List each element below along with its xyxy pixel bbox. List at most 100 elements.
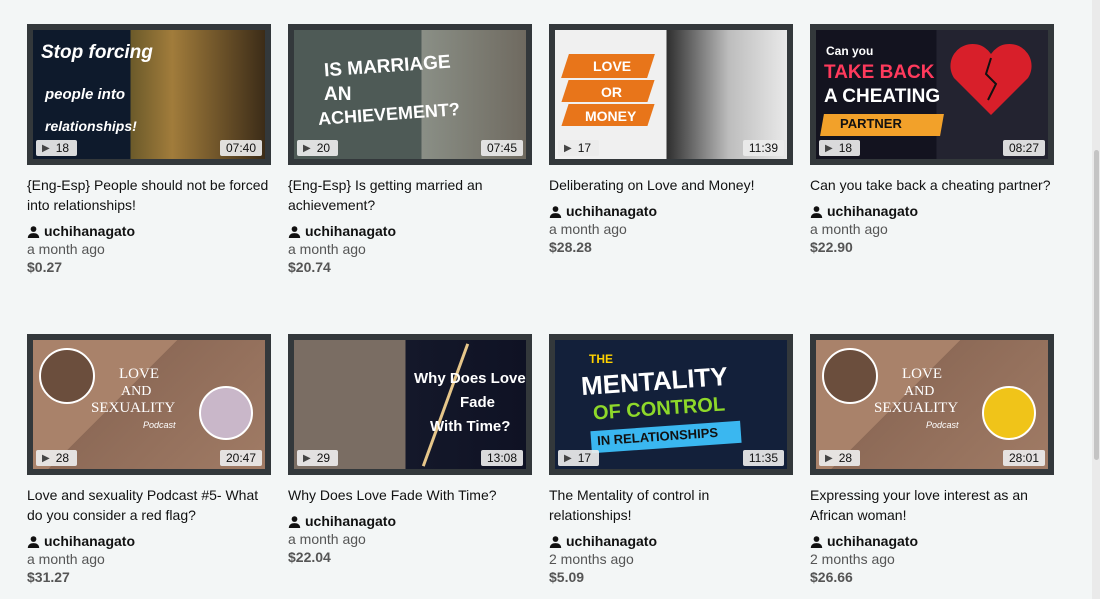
view-count-badge: ▶ 18 (819, 140, 861, 156)
video-card[interactable]: Stop forcing people into relationships! … (27, 24, 271, 275)
thumb-text: LOVE (119, 366, 159, 382)
avatar (39, 348, 95, 404)
thumb-text: PARTNER (840, 116, 902, 131)
video-title[interactable]: {Eng-Esp} People should not be forced in… (27, 175, 271, 215)
video-author[interactable]: uchihanagato (288, 223, 532, 239)
user-icon (810, 205, 823, 218)
video-payout: $0.27 (27, 259, 63, 275)
video-title[interactable]: Why Does Love Fade With Time? (288, 485, 532, 505)
duration-badge: 11:35 (742, 450, 784, 466)
video-author[interactable]: uchihanagato (549, 203, 793, 219)
play-icon: ▶ (303, 452, 311, 464)
video-title[interactable]: Deliberating on Love and Money! (549, 175, 793, 195)
video-thumbnail[interactable]: IS MARRIAGE AN ACHIEVEMENT? ▶ 20 07:45 (288, 24, 532, 165)
video-title[interactable]: {Eng-Esp} Is getting married an achievem… (288, 175, 532, 215)
video-thumbnail[interactable]: LOVE AND SEXUALITY Podcast ▶ 28 20:47 (27, 334, 271, 475)
video-card[interactable]: Why Does Love Fade With Time? ▶ 29 13:08 … (288, 334, 532, 565)
user-icon (288, 225, 301, 238)
user-icon (288, 515, 301, 528)
thumb-text: MONEY (585, 108, 637, 124)
view-count-badge: ▶ 17 (558, 140, 600, 156)
video-author[interactable]: uchihanagato (27, 533, 271, 549)
video-age: a month ago (549, 221, 627, 237)
video-card[interactable]: LOVE AND SEXUALITY Podcast ▶ 28 28:01 Exp… (810, 334, 1054, 585)
scrollbar-thumb[interactable] (1094, 150, 1099, 460)
view-count-badge: ▶ 18 (36, 140, 78, 156)
video-thumbnail[interactable]: Can you TAKE BACK A CHEATING PARTNER ▶ 18… (810, 24, 1054, 165)
play-icon: ▶ (303, 142, 311, 154)
thumb-text: AND (121, 384, 152, 399)
thumb-text: TAKE BACK (824, 62, 935, 83)
user-icon (27, 225, 40, 238)
video-payout: $28.28 (549, 239, 592, 255)
user-icon (810, 535, 823, 548)
avatar (199, 386, 253, 440)
video-thumbnail[interactable]: Why Does Love Fade With Time? ▶ 29 13:08 (288, 334, 532, 475)
thumb-text: Why Does Love (414, 370, 526, 387)
play-icon: ▶ (564, 452, 572, 464)
video-thumbnail[interactable]: THE MENTALITY OF CONTROL IN RELATIONSHIP… (549, 334, 793, 475)
duration-badge: 08:27 (1002, 140, 1045, 156)
video-title[interactable]: The Mentality of control in relationship… (549, 485, 793, 525)
user-icon (549, 535, 562, 548)
view-count-badge: ▶ 29 (297, 450, 339, 466)
view-count-badge: ▶ 28 (36, 450, 78, 466)
video-age: a month ago (27, 241, 105, 257)
video-thumbnail[interactable]: LOVE OR MONEY ▶ 17 11:39 (549, 24, 793, 165)
thumb-text: people into (45, 86, 125, 103)
video-author[interactable]: uchihanagato (810, 533, 1054, 549)
video-age: a month ago (810, 221, 888, 237)
video-card[interactable]: THE MENTALITY OF CONTROL IN RELATIONSHIP… (549, 334, 793, 585)
video-payout: $22.90 (810, 239, 853, 255)
video-card[interactable]: LOVE AND SEXUALITY Podcast ▶ 28 20:47 Lov… (27, 334, 271, 585)
video-thumbnail[interactable]: LOVE AND SEXUALITY Podcast ▶ 28 28:01 (810, 334, 1054, 475)
video-author[interactable]: uchihanagato (27, 223, 271, 239)
video-title[interactable]: Love and sexuality Podcast #5- What do y… (27, 485, 271, 525)
play-icon: ▶ (564, 142, 572, 154)
duration-badge: 13:08 (480, 450, 523, 466)
thumb-text: AND (904, 384, 935, 399)
video-thumbnail[interactable]: Stop forcing people into relationships! … (27, 24, 271, 165)
thumb-text: Can you (826, 44, 874, 58)
duration-badge: 20:47 (219, 450, 262, 466)
video-author[interactable]: uchihanagato (549, 533, 793, 549)
thumb-text: LOVE (902, 366, 942, 382)
play-icon: ▶ (42, 452, 50, 464)
thumb-text: THE (589, 352, 613, 366)
view-count-badge: ▶ 28 (819, 450, 861, 466)
view-count-badge: ▶ 20 (297, 140, 339, 156)
video-card[interactable]: Can you TAKE BACK A CHEATING PARTNER ▶ 18… (810, 24, 1054, 255)
video-author[interactable]: uchihanagato (810, 203, 1054, 219)
play-icon: ▶ (825, 142, 833, 154)
thumb-text: relationships! (45, 118, 137, 134)
video-card[interactable]: LOVE OR MONEY ▶ 17 11:39 Deliberating on … (549, 24, 793, 255)
video-payout: $20.74 (288, 259, 331, 275)
video-author[interactable]: uchihanagato (288, 513, 532, 529)
video-payout: $26.66 (810, 569, 853, 585)
avatar (982, 386, 1036, 440)
play-icon: ▶ (825, 452, 833, 464)
page-scrollbar[interactable] (1092, 0, 1100, 599)
user-icon (27, 535, 40, 548)
thumb-text: LOVE (593, 58, 632, 74)
user-icon (549, 205, 562, 218)
video-age: 2 months ago (810, 551, 895, 567)
play-icon: ▶ (42, 142, 50, 154)
duration-badge: 11:39 (742, 140, 784, 156)
thumb-text: Stop forcing (41, 42, 153, 63)
thumb-text: Podcast (143, 420, 176, 430)
thumb-text: With Time? (430, 418, 511, 435)
view-count-badge: ▶ 17 (558, 450, 600, 466)
thumb-text: Podcast (926, 420, 959, 430)
thumb-text: AN (324, 84, 352, 105)
video-age: a month ago (288, 531, 366, 547)
video-payout: $5.09 (549, 569, 585, 585)
video-title[interactable]: Can you take back a cheating partner? (810, 175, 1054, 195)
thumb-text: SEXUALITY (874, 400, 959, 416)
video-age: 2 months ago (549, 551, 634, 567)
video-payout: $22.04 (288, 549, 331, 565)
video-title[interactable]: Expressing your love interest as an Afri… (810, 485, 1054, 525)
duration-badge: 07:45 (480, 140, 523, 156)
video-payout: $31.27 (27, 569, 70, 585)
video-card[interactable]: IS MARRIAGE AN ACHIEVEMENT? ▶ 20 07:45 {E… (288, 24, 532, 275)
